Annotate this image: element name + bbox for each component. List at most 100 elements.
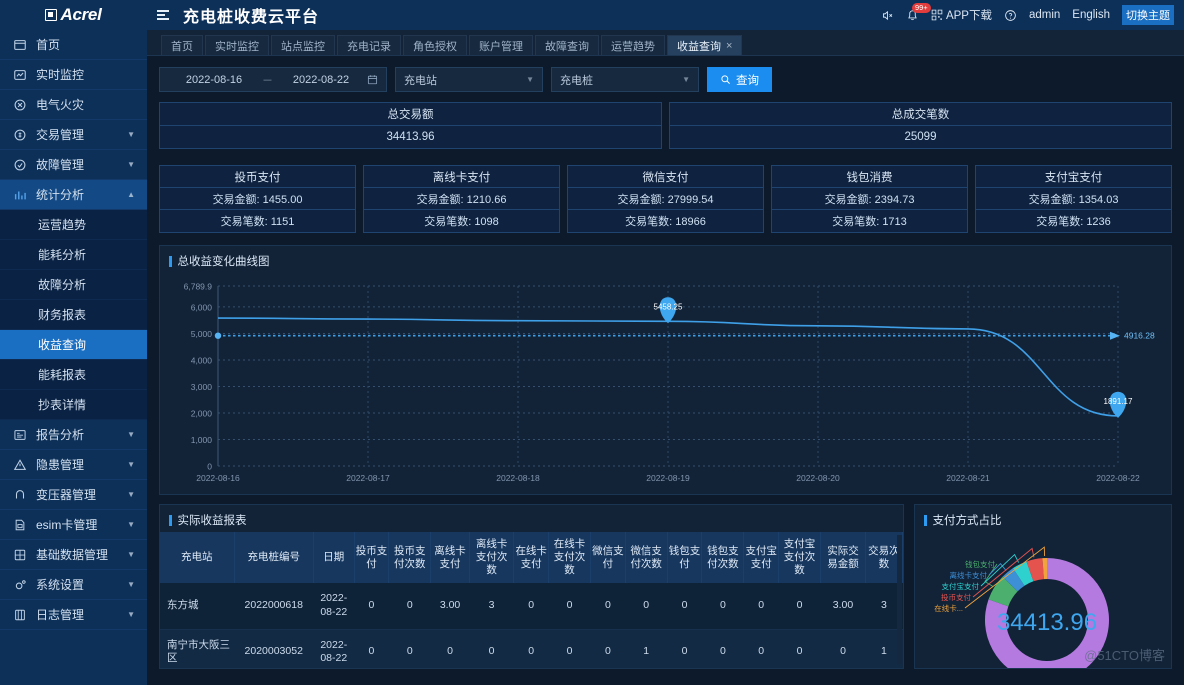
sidebar-item-4[interactable]: 故障管理 ▼ <box>0 150 147 180</box>
svg-text:34413.96: 34413.96 <box>997 609 1097 636</box>
table-row[interactable]: 南宁市大阪三区 2020003052 2022-08-22 0 0 0 0 0 0 0 1 0 0 0 0 0… <box>160 629 903 668</box>
warning-icon <box>12 457 28 473</box>
table-row[interactable]: 东方城 2022000618 2022-08-22 0 0 3.00 3 0 0 0 0 0 0 0 0 3.… <box>160 583 903 630</box>
sidebar-item-14[interactable]: 隐患管理 ▼ <box>0 450 147 480</box>
tab-label: 运营趋势 <box>611 40 655 53</box>
table-body: 东方城 2022000618 2022-08-22 0 0 3.00 3 0 0 0 0 0 0 0 0 3.… <box>160 583 903 668</box>
date-start-input[interactable]: 2022-08-16 <box>168 74 260 86</box>
date-end-input[interactable]: 2022-08-22 <box>275 74 367 86</box>
table-cell: 2022000618 <box>234 583 314 630</box>
revenue-line-chart[interactable]: 0 1,000 2,000 3,000 4,000 5,000 6,000 6,789.9 20… <box>160 272 1171 494</box>
sidebar-item-5[interactable]: 统计分析 ▲ <box>0 180 147 210</box>
date-range-picker[interactable]: 2022-08-16 － 2022-08-22 <box>159 67 387 92</box>
user-name[interactable]: admin <box>1029 9 1060 21</box>
method-card-count: 交易笔数: 1236 <box>1036 216 1111 228</box>
brand-logo[interactable]: Acrel <box>0 0 147 30</box>
sidebar-item-9[interactable]: 财务报表 <box>0 300 147 330</box>
svg-text:4,000: 4,000 <box>191 356 213 366</box>
revenue-table-panel: 实际收益报表 充电站 充电桩编号 日期 投币支付 投币支付次数 离线卡支付 离线卡支付次数在… <box>159 504 904 669</box>
sidebar-item-7[interactable]: 能耗分析 <box>0 240 147 270</box>
table-cell: 0 <box>701 629 744 668</box>
table-cell: 0 <box>354 629 389 668</box>
table-header-cell: 离线卡支付 <box>430 532 470 584</box>
sidebar-item-1[interactable]: 实时监控 <box>0 60 147 90</box>
table-cell: 0 <box>354 583 389 630</box>
sidebar-item-label: 基础数据管理 <box>36 548 109 562</box>
sidebar-item-label: 故障分析 <box>38 278 87 292</box>
sidebar-item-18[interactable]: 系统设置 ▼ <box>0 570 147 600</box>
table-cell: 0 <box>820 629 866 668</box>
sidebar-item-6[interactable]: 运营趋势 <box>0 210 147 240</box>
sidebar-item-2[interactable]: 电气火灾 <box>0 90 147 120</box>
svg-text:投币支付: 投币支付 <box>941 592 971 602</box>
table-cell: 0 <box>590 629 626 668</box>
tab-2[interactable]: 站点监控 <box>271 35 335 55</box>
sidebar-item-0[interactable]: 首页 <box>0 30 147 60</box>
tab-bar: 首页 实时监控 站点监控 充电记录 角色授权 账户管理 故障查询 运营趋势 收益查询 × <box>147 30 1184 56</box>
app-download-link[interactable]: APP下载 <box>931 7 992 23</box>
report-icon <box>12 427 28 443</box>
close-icon[interactable]: × <box>726 40 732 52</box>
table-cell: 0 <box>701 583 744 630</box>
station-select[interactable]: 充电站 ▼ <box>395 67 543 92</box>
method-card-title: 微信支付 <box>568 166 763 188</box>
pile-select-value: 充电桩 <box>560 74 593 87</box>
chevron-down-icon: ▼ <box>127 460 135 469</box>
tab-5[interactable]: 账户管理 <box>469 35 533 55</box>
table-header-cell: 钱包支付 <box>667 532 703 584</box>
table-scroll-container[interactable]: 充电站 充电桩编号 日期 投币支付 投币支付次数 离线卡支付 离线卡支付次数 在线卡支付 在线卡… <box>160 532 903 668</box>
tab-0[interactable]: 首页 <box>161 35 203 55</box>
mute-icon[interactable] <box>881 9 894 22</box>
tab-4[interactable]: 角色授权 <box>403 35 467 55</box>
sidebar-item-19[interactable]: 日志管理 ▼ <box>0 600 147 630</box>
sidebar-item-17[interactable]: 基础数据管理 ▼ <box>0 540 147 570</box>
sim-icon <box>12 517 28 533</box>
fault-icon <box>12 157 28 173</box>
table-vertical-scrollbar[interactable] <box>897 535 902 664</box>
svg-text:5,000: 5,000 <box>191 329 213 339</box>
sidebar-item-12[interactable]: 抄表详情 <box>0 390 147 420</box>
tab-7[interactable]: 运营趋势 <box>601 35 665 55</box>
tab-3[interactable]: 充电记录 <box>337 35 401 55</box>
svg-text:在线卡...: 在线卡... <box>934 603 963 613</box>
sidebar-item-10[interactable]: 收益查询 <box>0 330 147 360</box>
sidebar-item-15[interactable]: 变压器管理 ▼ <box>0 480 147 510</box>
sidebar-item-label: 日志管理 <box>36 608 85 622</box>
tab-6[interactable]: 故障查询 <box>535 35 599 55</box>
table-cell: 3.00 <box>820 583 866 630</box>
svg-text:6,000: 6,000 <box>191 302 213 312</box>
hamburger-icon[interactable] <box>157 8 171 22</box>
language-switch[interactable]: English <box>1072 9 1110 21</box>
table-header-cell: 充电站 <box>160 532 235 584</box>
sidebar-item-13[interactable]: 报告分析 ▼ <box>0 420 147 450</box>
sidebar-item-8[interactable]: 故障分析 <box>0 270 147 300</box>
table-cell: 0 <box>513 629 549 668</box>
sidebar-item-16[interactable]: esim卡管理 ▼ <box>0 510 147 540</box>
tab-8[interactable]: 收益查询 × <box>667 35 743 55</box>
table-cell: 0 <box>625 583 668 630</box>
chevron-down-icon: ▼ <box>127 130 135 139</box>
search-button[interactable]: 查询 <box>707 67 772 92</box>
svg-text:2022-08-22: 2022-08-22 <box>1096 473 1140 483</box>
svg-text:5458.25: 5458.25 <box>654 302 683 311</box>
method-card-amount: 交易金额: 2394.73 <box>772 188 967 210</box>
sidebar-item-3[interactable]: 交易管理 ▼ <box>0 120 147 150</box>
sidebar-item-label: 能耗报表 <box>38 368 87 382</box>
table-cell: 0 <box>743 583 779 630</box>
svg-text:2022-08-17: 2022-08-17 <box>346 473 390 483</box>
tab-1[interactable]: 实时监控 <box>205 35 269 55</box>
sidebar-item-label: 收益查询 <box>38 338 87 352</box>
table-header-cell: 充电桩编号 <box>234 532 314 584</box>
svg-text:2022-08-18: 2022-08-18 <box>496 473 540 483</box>
pile-select[interactable]: 充电桩 ▼ <box>551 67 699 92</box>
sidebar-item-label: 统计分析 <box>36 188 85 202</box>
chart-bar-icon <box>12 187 28 203</box>
sidebar-item-label: 实时监控 <box>36 68 85 82</box>
acrel-logo-icon <box>45 9 58 21</box>
theme-switch-button[interactable]: 切换主题 <box>1122 5 1174 25</box>
revenue-chart-title: 总收益变化曲线图 <box>160 246 1171 269</box>
notification-bell[interactable]: 99+ <box>906 2 931 22</box>
question-circle-icon[interactable] <box>1004 9 1017 22</box>
sidebar-item-11[interactable]: 能耗报表 <box>0 360 147 390</box>
table-cell: 0 <box>388 583 431 630</box>
